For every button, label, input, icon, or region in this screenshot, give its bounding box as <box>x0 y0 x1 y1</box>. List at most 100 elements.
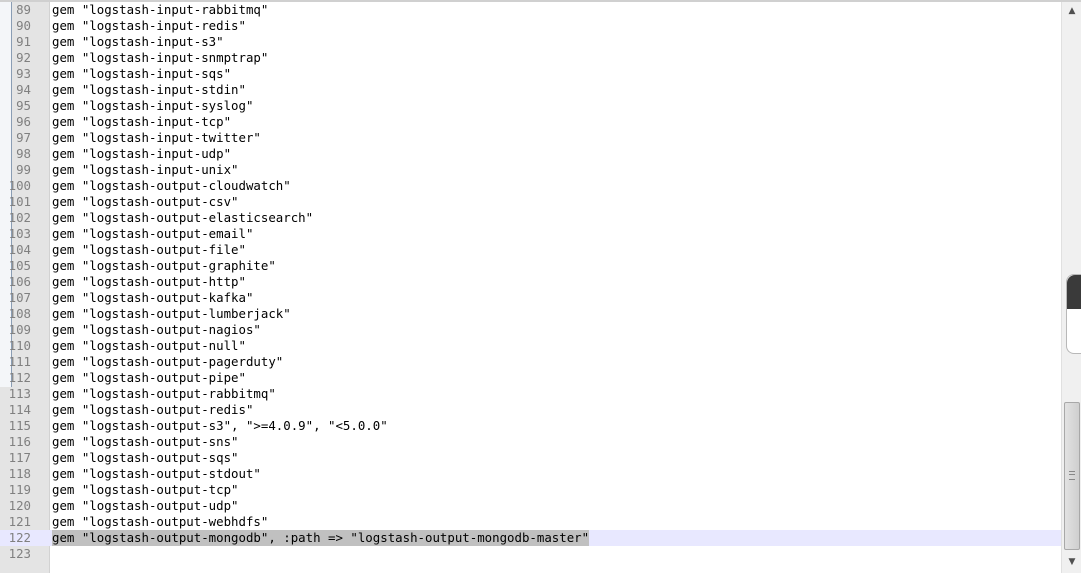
code-line[interactable]: 104 gem "logstash-output-file" <box>0 242 1061 258</box>
code-text[interactable]: gem "logstash-input-tcp" <box>52 114 231 130</box>
line-number: 98 <box>16 146 31 161</box>
selected-code-text[interactable]: gem "logstash-output-mongodb", :path => … <box>52 530 590 546</box>
code-text[interactable]: gem "logstash-output-sqs" <box>52 450 239 466</box>
code-line[interactable]: 113 gem "logstash-output-rabbitmq" <box>0 386 1061 402</box>
code-text[interactable]: gem "logstash-output-pipe" <box>52 370 246 386</box>
code-text[interactable]: gem "logstash-input-snmptrap" <box>52 50 268 66</box>
line-number: 94 <box>16 82 31 97</box>
code-text[interactable]: gem "logstash-output-http" <box>52 274 246 290</box>
scroll-down-arrow-icon[interactable]: ▼ <box>1065 555 1079 569</box>
code-line[interactable]: 100 gem "logstash-output-cloudwatch" <box>0 178 1061 194</box>
code-line[interactable]: 102 gem "logstash-output-elasticsearch" <box>0 210 1061 226</box>
code-text[interactable]: gem "logstash-output-pagerduty" <box>52 354 283 370</box>
code-line[interactable]: 123 <box>0 546 1061 562</box>
scrollbar-grip-icon <box>1069 471 1075 480</box>
code-text[interactable]: gem "logstash-output-sns" <box>52 434 239 450</box>
code-line[interactable]: 114 gem "logstash-output-redis" <box>0 402 1061 418</box>
line-number: 118 <box>8 466 31 481</box>
code-line[interactable]: 103 gem "logstash-output-email" <box>0 226 1061 242</box>
code-text[interactable]: gem "logstash-output-elasticsearch" <box>52 210 313 226</box>
code-text[interactable]: gem "logstash-output-graphite" <box>52 258 276 274</box>
code-text[interactable]: gem "logstash-input-syslog" <box>52 98 253 114</box>
code-line[interactable]: 93 gem "logstash-input-sqs" <box>0 66 1061 82</box>
code-line[interactable]: 90 gem "logstash-input-redis" <box>0 18 1061 34</box>
code-line[interactable]: 115 gem "logstash-output-s3", ">=4.0.9", … <box>0 418 1061 434</box>
side-panel-tab-cap <box>1067 275 1081 309</box>
code-text[interactable]: gem "logstash-input-stdin" <box>52 82 246 98</box>
line-number: 106 <box>8 274 31 289</box>
line-number: 95 <box>16 98 31 113</box>
scroll-up-arrow-icon[interactable]: ▲ <box>1065 4 1079 18</box>
code-line[interactable]: 107 gem "logstash-output-kafka" <box>0 290 1061 306</box>
line-number: 110 <box>8 338 31 353</box>
code-text[interactable]: gem "logstash-output-null" <box>52 338 246 354</box>
code-line[interactable]: 122 gem "logstash-output-mongodb", :path … <box>0 530 1061 546</box>
code-line[interactable]: 116 gem "logstash-output-sns" <box>0 434 1061 450</box>
code-text[interactable]: gem "logstash-output-email" <box>52 226 253 242</box>
code-text[interactable]: gem "logstash-output-file" <box>52 242 246 258</box>
line-number: 100 <box>8 178 31 193</box>
code-line[interactable]: 117 gem "logstash-output-sqs" <box>0 450 1061 466</box>
code-line[interactable]: 97 gem "logstash-input-twitter" <box>0 130 1061 146</box>
code-line[interactable]: 121 gem "logstash-output-webhdfs" <box>0 514 1061 530</box>
code-text[interactable]: gem "logstash-output-rabbitmq" <box>52 386 276 402</box>
code-text[interactable]: gem "logstash-input-rabbitmq" <box>52 2 268 18</box>
line-number: 123 <box>8 546 31 561</box>
code-text[interactable]: gem "logstash-input-udp" <box>52 146 231 162</box>
code-editor[interactable]: 89 gem "logstash-input-rabbitmq" 90 gem "lo… <box>0 0 1081 573</box>
line-number: 89 <box>16 2 31 17</box>
code-line[interactable]: 96 gem "logstash-input-tcp" <box>0 114 1061 130</box>
code-line[interactable]: 98 gem "logstash-input-udp" <box>0 146 1061 162</box>
code-line[interactable]: 92 gem "logstash-input-snmptrap" <box>0 50 1061 66</box>
line-number: 103 <box>8 226 31 241</box>
code-text[interactable]: gem "logstash-input-sqs" <box>52 66 231 82</box>
code-text[interactable]: gem "logstash-output-stdout" <box>52 466 261 482</box>
code-text[interactable]: gem "logstash-input-s3" <box>52 34 224 50</box>
code-line[interactable]: 111 gem "logstash-output-pagerduty" <box>0 354 1061 370</box>
code-line[interactable]: 94 gem "logstash-input-stdin" <box>0 82 1061 98</box>
code-text[interactable]: gem "logstash-output-nagios" <box>52 322 261 338</box>
code-text[interactable]: gem "logstash-output-redis" <box>52 402 253 418</box>
code-text[interactable]: gem "logstash-input-redis" <box>52 18 246 34</box>
line-number: 120 <box>8 498 31 513</box>
code-line[interactable]: 109 gem "logstash-output-nagios" <box>0 322 1061 338</box>
code-lines[interactable]: 89 gem "logstash-input-rabbitmq" 90 gem "lo… <box>0 2 1061 562</box>
code-text[interactable]: gem "logstash-output-webhdfs" <box>52 514 268 530</box>
code-text[interactable]: gem "logstash-output-kafka" <box>52 290 253 306</box>
code-line[interactable]: 101 gem "logstash-output-csv" <box>0 194 1061 210</box>
line-number: 113 <box>8 386 31 401</box>
code-text[interactable]: gem "logstash-output-s3", ">=4.0.9", "<5… <box>52 418 388 434</box>
code-text[interactable]: gem "logstash-output-lumberjack" <box>52 306 291 322</box>
code-text[interactable]: gem "logstash-input-twitter" <box>52 130 261 146</box>
code-line[interactable]: 105 gem "logstash-output-graphite" <box>0 258 1061 274</box>
code-text[interactable]: gem "logstash-output-tcp" <box>52 482 239 498</box>
code-text[interactable]: gem "logstash-input-unix" <box>52 162 239 178</box>
line-number: 116 <box>8 434 31 449</box>
code-text[interactable]: gem "logstash-output-udp" <box>52 498 239 514</box>
line-number: 105 <box>8 258 31 273</box>
scrollbar-thumb[interactable] <box>1064 402 1080 550</box>
code-line[interactable]: 118 gem "logstash-output-stdout" <box>0 466 1061 482</box>
line-number: 104 <box>8 242 31 257</box>
code-line[interactable]: 119 gem "logstash-output-tcp" <box>0 482 1061 498</box>
code-line[interactable]: 108 gem "logstash-output-lumberjack" <box>0 306 1061 322</box>
code-line[interactable]: 91 gem "logstash-input-s3" <box>0 34 1061 50</box>
line-number: 108 <box>8 306 31 321</box>
code-line[interactable]: 95 gem "logstash-input-syslog" <box>0 98 1061 114</box>
line-number: 101 <box>8 194 31 209</box>
code-line[interactable]: 110 gem "logstash-output-null" <box>0 338 1061 354</box>
code-line[interactable]: 120 gem "logstash-output-udp" <box>0 498 1061 514</box>
code-line[interactable]: 112 gem "logstash-output-pipe" <box>0 370 1061 386</box>
line-number: 112 <box>8 370 31 385</box>
code-line[interactable]: 99 gem "logstash-input-unix" <box>0 162 1061 178</box>
code-text[interactable]: gem "logstash-output-csv" <box>52 194 239 210</box>
line-number: 114 <box>8 402 31 417</box>
line-number: 102 <box>8 210 31 225</box>
code-text[interactable]: gem "logstash-output-cloudwatch" <box>52 178 291 194</box>
side-panel-tab[interactable] <box>1066 274 1081 354</box>
code-line[interactable]: 89 gem "logstash-input-rabbitmq" <box>0 2 1061 18</box>
line-number: 99 <box>16 162 31 177</box>
line-number: 107 <box>8 290 31 305</box>
line-number: 121 <box>8 514 31 529</box>
code-line[interactable]: 106 gem "logstash-output-http" <box>0 274 1061 290</box>
